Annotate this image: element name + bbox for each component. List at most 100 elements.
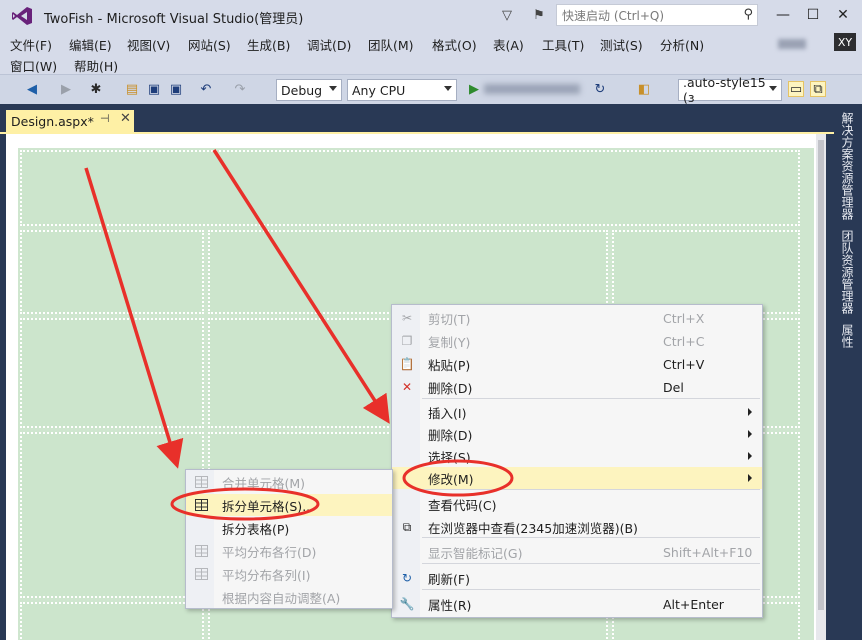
menu-item-label: 插入(I) [428,405,467,421]
split-view-icon[interactable]: ⧉ [810,81,826,97]
menu-item-show-smart-tag[interactable]: 显示智能标记(G) Shift+Alt+F10 [392,541,762,563]
menu-item-modify[interactable]: 修改(M) [392,467,762,489]
forward-navigate-icon[interactable]: ▶ [58,81,74,97]
tab-design-aspx[interactable]: Design.aspx* ⊣ ✕ [6,110,134,132]
notification-icon[interactable]: ⚑ [530,6,548,24]
visual-studio-logo-icon [12,7,32,25]
menu-file[interactable]: 文件(F) [10,35,52,54]
style-selector[interactable]: .auto-style15 (ɜ [678,75,782,105]
chevron-right-icon [748,452,752,460]
solution-configuration-select[interactable]: Debug [276,79,342,101]
submenu-item-autofit[interactable]: 根据内容自动调整(A) [186,586,392,608]
menu-test[interactable]: 测试(S) [600,35,643,54]
new-project-icon[interactable]: ✱ [88,81,104,97]
menu-table[interactable]: 表(A) [493,35,524,54]
menu-item-shortcut: Ctrl+X [663,310,705,326]
submenu-item-distribute-rows[interactable]: 平均分布各行(D) [186,540,392,562]
menu-help[interactable]: 帮助(H) [74,56,118,75]
menu-item-insert[interactable]: 插入(I) [392,401,762,423]
back-navigate-icon[interactable]: ◀ [24,81,40,97]
table-cell[interactable] [20,318,204,428]
submenu-item-distribute-columns[interactable]: 平均分布各列(I) [186,563,392,585]
table-cell[interactable] [20,602,204,640]
menu-item-label: 查看代码(C) [428,497,497,513]
pin-icon[interactable]: ⊣ [100,112,110,125]
chevron-right-icon [748,474,752,482]
tab-team-explorer[interactable]: 团队资源管理器 [837,230,854,314]
menu-tools[interactable]: 工具(T) [542,35,584,54]
browser-name-redacted [484,84,580,94]
menu-item-delete[interactable]: ✕ 删除(D) Del [392,376,762,398]
menu-item-label: 修改(M) [428,471,474,487]
menu-item-label: 合并单元格(M) [222,475,306,491]
menu-edit[interactable]: 编辑(E) [69,35,112,54]
chevron-right-icon [748,408,752,416]
menu-window[interactable]: 窗口(W) [10,56,57,75]
menu-item-label: 复制(Y) [428,334,471,350]
design-view-icon[interactable]: ▭ [788,81,804,97]
menu-team[interactable]: 团队(M) [368,35,414,54]
table-cell[interactable] [208,230,608,314]
menu-separator [422,589,760,590]
menu-item-refresh[interactable]: ↻ 刷新(F) [392,567,762,589]
menu-item-view-code[interactable]: 查看代码(C) [392,493,762,515]
menu-item-shortcut: Ctrl+V [663,356,705,372]
scrollbar-thumb[interactable] [818,140,824,610]
tab-solution-explorer[interactable]: 解决方案资源管理器 [837,112,854,220]
menu-view[interactable]: 视图(V) [127,35,170,54]
menu-item-label: 拆分表格(P) [222,521,290,537]
table-cell[interactable] [20,230,204,314]
solution-platform-select[interactable]: Any CPU [347,79,457,101]
platform-value: Any CPU [352,82,406,98]
filter-icon[interactable]: ▽ [498,6,516,24]
refresh-browser-icon[interactable]: ↻ [592,81,608,97]
menu-item-label: 选择(S) [428,449,471,465]
open-folder-icon[interactable]: ▤ [124,81,140,97]
copy-icon: ❐ [401,334,413,348]
undo-icon[interactable]: ↶ [198,81,214,97]
menu-analyze[interactable]: 分析(N) [660,35,704,54]
user-avatar[interactable]: XY [834,33,856,51]
distribute-rows-icon [194,544,208,558]
menu-item-select[interactable]: 选择(S) [392,445,762,467]
maximize-button[interactable]: ☐ [800,4,826,26]
menu-item-cut[interactable]: ✂ 剪切(T) Ctrl+X [392,307,762,329]
browser-link-icon[interactable]: ◧ [636,81,652,97]
start-debug-icon[interactable]: ▶ [466,81,482,97]
menu-item-view-in-browser[interactable]: ⧉ 在浏览器中查看(2345加速浏览器)(B) [392,516,762,538]
wrench-icon: 🔧 [399,597,415,611]
table-cell[interactable] [20,150,800,226]
save-all-icon[interactable]: ▣ [168,81,184,97]
submenu-item-merge-cells[interactable]: 合并单元格(M) [186,471,392,493]
menu-item-copy[interactable]: ❐ 复制(Y) Ctrl+C [392,330,762,352]
menu-item-label: 删除(D) [428,427,473,443]
submenu-item-split-table[interactable]: 拆分表格(P) [186,517,392,539]
chevron-right-icon [748,430,752,438]
redo-icon[interactable]: ↷ [232,81,248,97]
save-icon[interactable]: ▣ [146,81,162,97]
table-cell[interactable] [612,230,800,314]
tab-properties[interactable]: 属性 [837,324,854,348]
menu-item-label: 属性(R) [428,597,472,613]
menu-build[interactable]: 生成(B) [247,35,290,54]
menu-item-shortcut: Shift+Alt+F10 [663,544,753,560]
menu-website[interactable]: 网站(S) [188,35,231,54]
table-grid-icon [194,498,208,512]
menu-item-label: 显示智能标记(G) [428,545,523,561]
close-tab-icon[interactable]: ✕ [120,111,131,126]
paste-icon: 📋 [399,357,415,371]
menu-format[interactable]: 格式(O) [432,35,477,54]
modify-submenu: 合并单元格(M) 拆分单元格(S)... 拆分表格(P) 平均分布各行(D) 平均分布各… [185,469,393,609]
menu-item-paste[interactable]: 📋 粘贴(P) Ctrl+V [392,353,762,375]
menu-item-label: 粘贴(P) [428,357,471,373]
minimize-button[interactable]: — [770,4,796,26]
table-cell[interactable] [20,432,204,598]
submenu-item-split-cells[interactable]: 拆分单元格(S)... [186,494,392,516]
menu-item-shortcut: Alt+Enter [663,596,724,612]
search-icon[interactable]: ⚲ [743,7,753,22]
quick-launch-input[interactable]: 快速启动 (Ctrl+Q) ⚲ [556,4,758,26]
menu-item-delete-submenu[interactable]: 删除(D) [392,423,762,445]
menu-debug[interactable]: 调试(D) [307,35,351,54]
menu-item-properties[interactable]: 🔧 属性(R) Alt+Enter [392,593,762,615]
close-window-button[interactable]: ✕ [830,4,856,26]
